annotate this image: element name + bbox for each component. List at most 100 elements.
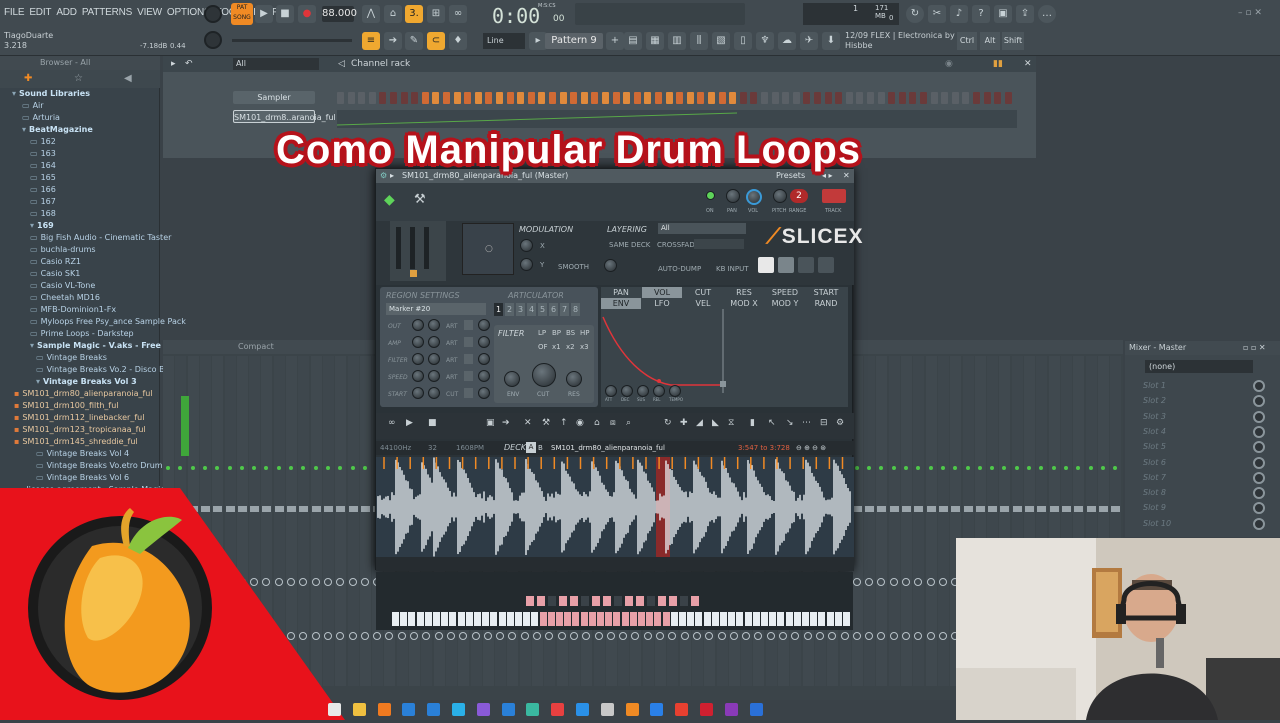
region-knob[interactable] [428,370,440,382]
mixer-pan-knob[interactable] [926,578,935,586]
mixer-fader[interactable] [852,506,862,512]
mixer-pan-knob[interactable] [311,578,320,586]
mixer-send-knob[interactable] [852,632,861,640]
browser-folder[interactable]: ▭ Arturia [0,112,60,124]
speaker-icon[interactable]: ◀ [124,73,132,84]
browser-icon[interactable]: ▧ [712,32,730,50]
slice-pad[interactable] [537,596,545,606]
filter-pole-x1[interactable]: x1 [552,343,561,351]
menu-view[interactable]: VIEW [137,7,162,18]
region-knob[interactable] [412,319,424,331]
mixer-fader[interactable] [889,506,899,512]
mixer-send-knob[interactable] [397,632,406,640]
news-panel[interactable]: 12/09 FLEX | Electronica by Hisbbe [845,31,960,51]
crossfade-slider[interactable] [694,239,744,249]
mixer-send-knob[interactable] [692,632,701,640]
browser-folder[interactable]: ▭ Big Fish Audio - Cinematic Taster [0,232,171,244]
step-button[interactable] [602,92,609,104]
view-grid-icon[interactable] [758,257,774,273]
slice-pad[interactable] [526,596,534,606]
undo-icon[interactable]: ↶ [185,56,193,72]
piano-key[interactable] [564,612,572,626]
mixer-send-knob[interactable] [840,632,849,640]
stop-icon[interactable]: ■ [428,418,437,428]
piano-key[interactable] [687,612,695,626]
piano-key[interactable] [711,612,719,626]
mixer-send-knob[interactable] [483,632,492,640]
crop-icon[interactable]: ⧈ [610,418,616,428]
mixer-send-knob[interactable] [533,632,541,640]
envelope-tabs[interactable]: PAN VOL CUT RES SPEED START ENV LFO VEL MOD X MOD … [601,287,848,309]
env-source-vel[interactable]: VEL [683,298,723,309]
shift-button[interactable]: Shift [1002,32,1024,50]
browser-folder[interactable]: ▾ BeatMagazine [0,124,93,136]
loop-icon[interactable]: ∞ [388,418,396,428]
step-button[interactable] [835,92,843,104]
browser-folder[interactable]: ▾ Sample Magic - V.aks - Free Pack [0,340,185,352]
piano-key[interactable] [670,612,678,626]
slot-mix-knob[interactable] [1253,502,1265,515]
mixer-icon[interactable]: ⫼ [690,32,708,50]
mixer-send-knob[interactable] [680,632,689,640]
step-button[interactable] [729,92,737,104]
art-number[interactable] [464,337,473,347]
tempo-display[interactable]: 88.000 [322,6,357,22]
step-button[interactable] [633,92,641,104]
piano-key[interactable] [531,612,539,626]
filter-env-knob[interactable] [504,371,520,387]
slot-mix-knob[interactable] [1253,395,1265,408]
step-button[interactable] [411,92,419,104]
step-button[interactable] [941,92,949,104]
edge-icon[interactable] [452,703,465,716]
mixer-fader[interactable] [360,506,370,512]
pitch-slider[interactable] [232,39,352,42]
playlist-icon[interactable]: ≡ [362,32,380,50]
stop-button[interactable]: ■ [276,5,294,23]
mixer-fader[interactable] [1111,506,1121,512]
mixer-send-knob[interactable] [902,632,910,640]
mixer-send-knob[interactable] [348,632,357,640]
cut-icon[interactable]: ✕ [524,418,532,428]
piano-key[interactable] [416,612,424,626]
art-number[interactable] [464,371,473,381]
mod-x-knob[interactable] [520,239,533,252]
region-knob[interactable] [412,336,424,348]
step-button[interactable] [485,92,493,104]
countdown-icon[interactable]: 3. [405,5,423,23]
browser-folder[interactable]: ▭ Vintage Breaks Vol 4 [0,448,129,460]
piano-key[interactable] [777,612,785,626]
fx-slot[interactable]: Slot 7 [1139,471,1259,485]
arrow-icon[interactable]: ➔ [502,418,510,428]
piano-key[interactable] [482,612,490,626]
piano-key[interactable] [580,612,588,626]
zoom-icon[interactable] [650,703,664,716]
piano-key[interactable] [662,612,670,626]
vs-icon[interactable] [476,703,490,716]
step-button[interactable] [877,92,885,104]
articulator-8[interactable]: 8 [571,303,580,316]
move-icon[interactable]: ✚ [680,418,688,428]
step-edit-icon[interactable]: ⊞ [427,5,445,23]
menu-file[interactable]: FILE [4,7,25,18]
step-button[interactable] [559,92,567,104]
mixer-pan-knob[interactable] [323,578,332,586]
mixer-send-knob[interactable] [471,632,480,640]
mixer-send-knob[interactable] [779,632,787,640]
mixer-pan-knob[interactable] [360,578,369,586]
step-button[interactable] [1004,92,1012,104]
browser-folder[interactable]: ▭ Myloops Free Psy_ance Sample Pack [0,316,186,328]
select-icon[interactable]: ▮ [750,418,755,428]
filter-poles[interactable]: OF x1 x2 x3 [538,343,594,353]
step-button[interactable] [591,92,599,104]
step-button[interactable] [623,92,631,104]
piano-key[interactable] [441,612,449,626]
region-knob[interactable] [412,387,424,399]
env-knob-tempo[interactable] [669,385,681,397]
piano-key[interactable] [720,612,727,626]
mixer-fader[interactable] [225,506,235,512]
slice-pad[interactable] [691,596,699,606]
piano-key[interactable] [523,612,531,626]
mixer-fader[interactable] [865,506,875,512]
arrow-icon[interactable]: ➔ [384,32,402,50]
vscode-icon[interactable] [576,703,589,716]
